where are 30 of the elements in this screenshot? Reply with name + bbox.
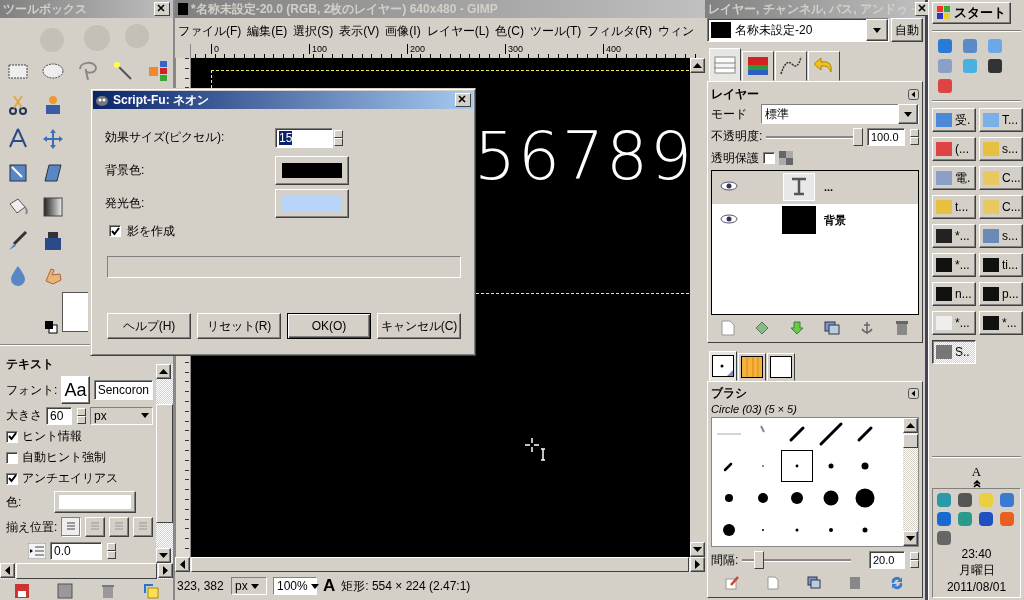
panel-heading: ブラシ <box>711 385 747 402</box>
opacity-label: 不透明度: <box>711 128 763 146</box>
spacing-label: 間隔: <box>711 551 739 569</box>
size-label: 大きさ <box>6 407 42 424</box>
field-label: 背景色: <box>105 162 146 179</box>
lock-label: 透明保護 <box>711 149 759 167</box>
layer-name: ... <box>824 181 834 194</box>
options-title: テキスト <box>6 356 54 373</box>
layer-name: 背景 <box>824 212 846 228</box>
clock-date: 2011/08/01 <box>946 580 1007 594</box>
canvas-text: 56789 <box>474 118 690 195</box>
font-label: フォント: <box>6 381 58 399</box>
justify-label: 揃え位置: <box>6 518 58 536</box>
dialog-title: Script-Fu: ネオン <box>113 91 209 109</box>
ruler-label: 400 <box>603 44 701 54</box>
brush-name: Circle (03) (5 × 5) <box>711 403 798 415</box>
clock-weekday: 月曜日 <box>958 562 995 579</box>
ruler-label: 0 <box>211 44 309 54</box>
clock-time: 23:40 <box>961 547 992 561</box>
ruler-label: 200 <box>407 44 505 54</box>
ruler-label: 300 <box>505 44 603 54</box>
pointer-coordinates: 323, 382 <box>177 579 225 593</box>
tool-glyph: A <box>323 576 336 596</box>
ruler-label: 100 <box>309 44 407 54</box>
field-label: 効果サイズ(ピクセル): <box>105 129 226 146</box>
status-message: 矩形: 554 × 224 (2.47:1) <box>341 577 471 595</box>
field-label: 発光色: <box>105 195 146 212</box>
panel-heading: レイヤー <box>711 85 759 103</box>
mode-label: モード <box>711 105 748 123</box>
color-label: 色: <box>6 493 23 511</box>
